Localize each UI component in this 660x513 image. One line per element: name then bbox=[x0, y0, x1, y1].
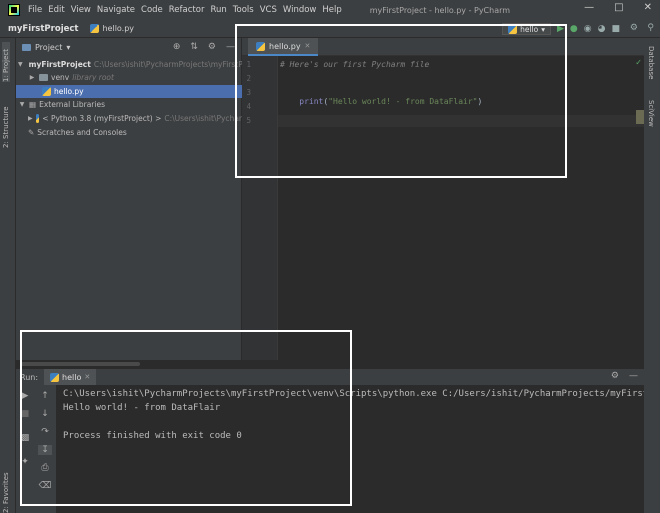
tree-item-label: External Libraries bbox=[39, 100, 105, 109]
tree-item-path: C:\Users\ishit\Pychar bbox=[164, 114, 242, 123]
search-icon[interactable]: ⚲ bbox=[647, 23, 654, 33]
tool-tab-structure[interactable]: 2: Structure bbox=[2, 98, 10, 148]
hide-icon[interactable]: — bbox=[629, 371, 638, 381]
run-panel-tools: ⚙ — bbox=[611, 371, 638, 381]
settings-icon[interactable]: ⚙ bbox=[630, 23, 638, 33]
project-view-icon bbox=[22, 43, 31, 51]
run-highlight-box bbox=[20, 330, 352, 506]
python-file-icon bbox=[90, 24, 100, 33]
gear-icon[interactable]: ⚙ bbox=[611, 371, 619, 381]
tree-item-label: < Python 3.8 (myFirstProject) > bbox=[42, 114, 162, 123]
tool-tab-sciview[interactable]: SciView bbox=[647, 100, 655, 127]
python-file-icon bbox=[42, 87, 51, 96]
coverage-icon[interactable]: ◉ bbox=[584, 24, 592, 34]
debug-icon[interactable]: ● bbox=[570, 24, 578, 34]
pycharm-logo-icon bbox=[8, 4, 20, 16]
editor-scroll-marker bbox=[636, 110, 644, 124]
folder-icon bbox=[39, 74, 48, 81]
tree-item-label: Scratches and Consoles bbox=[37, 128, 127, 137]
window-controls: — □ ✕ bbox=[584, 2, 652, 13]
editor-highlight-box bbox=[235, 24, 567, 178]
breadcrumb-project[interactable]: myFirstProject bbox=[8, 24, 78, 34]
tree-item-hello-py[interactable]: hello.py bbox=[16, 85, 242, 98]
profile-icon[interactable]: ◕ bbox=[598, 24, 606, 34]
stop-icon[interactable]: ■ bbox=[611, 24, 620, 34]
tree-item-label: myFirstProject bbox=[28, 60, 91, 69]
project-panel-header: Project ▾ ⊕ ⇅ ⚙ — bbox=[16, 38, 241, 56]
breadcrumb-file[interactable]: hello.py bbox=[90, 24, 134, 33]
chevron-down-icon[interactable]: ▾ bbox=[66, 43, 70, 52]
tree-item-external-libraries[interactable]: ▼ ▦ External Libraries bbox=[16, 98, 242, 111]
locate-icon[interactable]: ⊕ bbox=[173, 42, 181, 52]
collapsed-arrow-icon: ▶ bbox=[28, 115, 33, 122]
project-panel-title[interactable]: Project bbox=[35, 43, 62, 52]
tree-item-label: venv bbox=[51, 73, 70, 82]
menu-run[interactable]: Run bbox=[210, 5, 226, 15]
menu-file[interactable]: File bbox=[28, 5, 42, 15]
minimize-icon[interactable]: — bbox=[584, 2, 594, 13]
tree-item-label: hello.py bbox=[54, 87, 84, 96]
maximize-icon[interactable]: □ bbox=[614, 2, 623, 13]
window-title: myFirstProject - hello.py - PyCharm bbox=[369, 5, 511, 15]
python-sdk-icon bbox=[35, 114, 40, 123]
breadcrumb-file-label: hello.py bbox=[102, 24, 135, 33]
inspection-ok-icon: ✓ bbox=[635, 58, 642, 67]
menu-edit[interactable]: Edit bbox=[48, 5, 64, 15]
tool-tab-favorites[interactable]: 2: Favorites bbox=[2, 463, 10, 513]
left-tool-stripe: 1: Project 2: Structure 2: Favorites bbox=[0, 38, 16, 513]
menu-code[interactable]: Code bbox=[141, 5, 163, 15]
tool-tab-database[interactable]: Database bbox=[647, 46, 655, 79]
hide-icon[interactable]: — bbox=[226, 42, 235, 52]
menu-vcs[interactable]: VCS bbox=[260, 5, 277, 15]
project-panel: Project ▾ ⊕ ⇅ ⚙ — ▼ myFirstProject C:\Us… bbox=[16, 38, 243, 360]
expanded-arrow-icon: ▼ bbox=[19, 101, 25, 108]
tree-item-python-sdk[interactable]: ▶ < Python 3.8 (myFirstProject) > C:\Use… bbox=[16, 112, 242, 125]
close-icon[interactable]: ✕ bbox=[644, 2, 652, 13]
expanded-arrow-icon: ▼ bbox=[18, 61, 23, 68]
tree-item-project-root[interactable]: ▼ myFirstProject C:\Users\ishit\PycharmP… bbox=[16, 58, 243, 71]
project-panel-tools: ⊕ ⇅ ⚙ — bbox=[173, 42, 235, 52]
menu-tools[interactable]: Tools bbox=[233, 5, 254, 15]
tool-tab-project[interactable]: 1: Project bbox=[2, 42, 10, 82]
menu-view[interactable]: View bbox=[71, 5, 91, 15]
scratches-icon: ✎ bbox=[28, 128, 35, 137]
collapse-all-icon[interactable]: ⇅ bbox=[190, 42, 198, 52]
tree-item-path: C:\Users\ishit\PycharmProjects\myFirstP bbox=[93, 60, 243, 69]
tree-item-note: library root bbox=[72, 73, 114, 82]
title-bar: File Edit View Navigate Code Refactor Ru… bbox=[0, 0, 660, 20]
gear-icon[interactable]: ⚙ bbox=[208, 42, 216, 52]
right-tool-stripe: Database SciView bbox=[644, 38, 660, 513]
menu-refactor[interactable]: Refactor bbox=[169, 5, 205, 15]
library-icon: ▦ bbox=[29, 100, 37, 109]
tree-item-scratches[interactable]: ✎ Scratches and Consoles bbox=[16, 126, 242, 139]
menu-window[interactable]: Window bbox=[283, 5, 317, 15]
menu-navigate[interactable]: Navigate bbox=[97, 5, 135, 15]
collapsed-arrow-icon: ▶ bbox=[29, 74, 35, 81]
menu-help[interactable]: Help bbox=[322, 5, 341, 15]
tree-item-venv[interactable]: ▶ venv library root bbox=[16, 71, 242, 84]
